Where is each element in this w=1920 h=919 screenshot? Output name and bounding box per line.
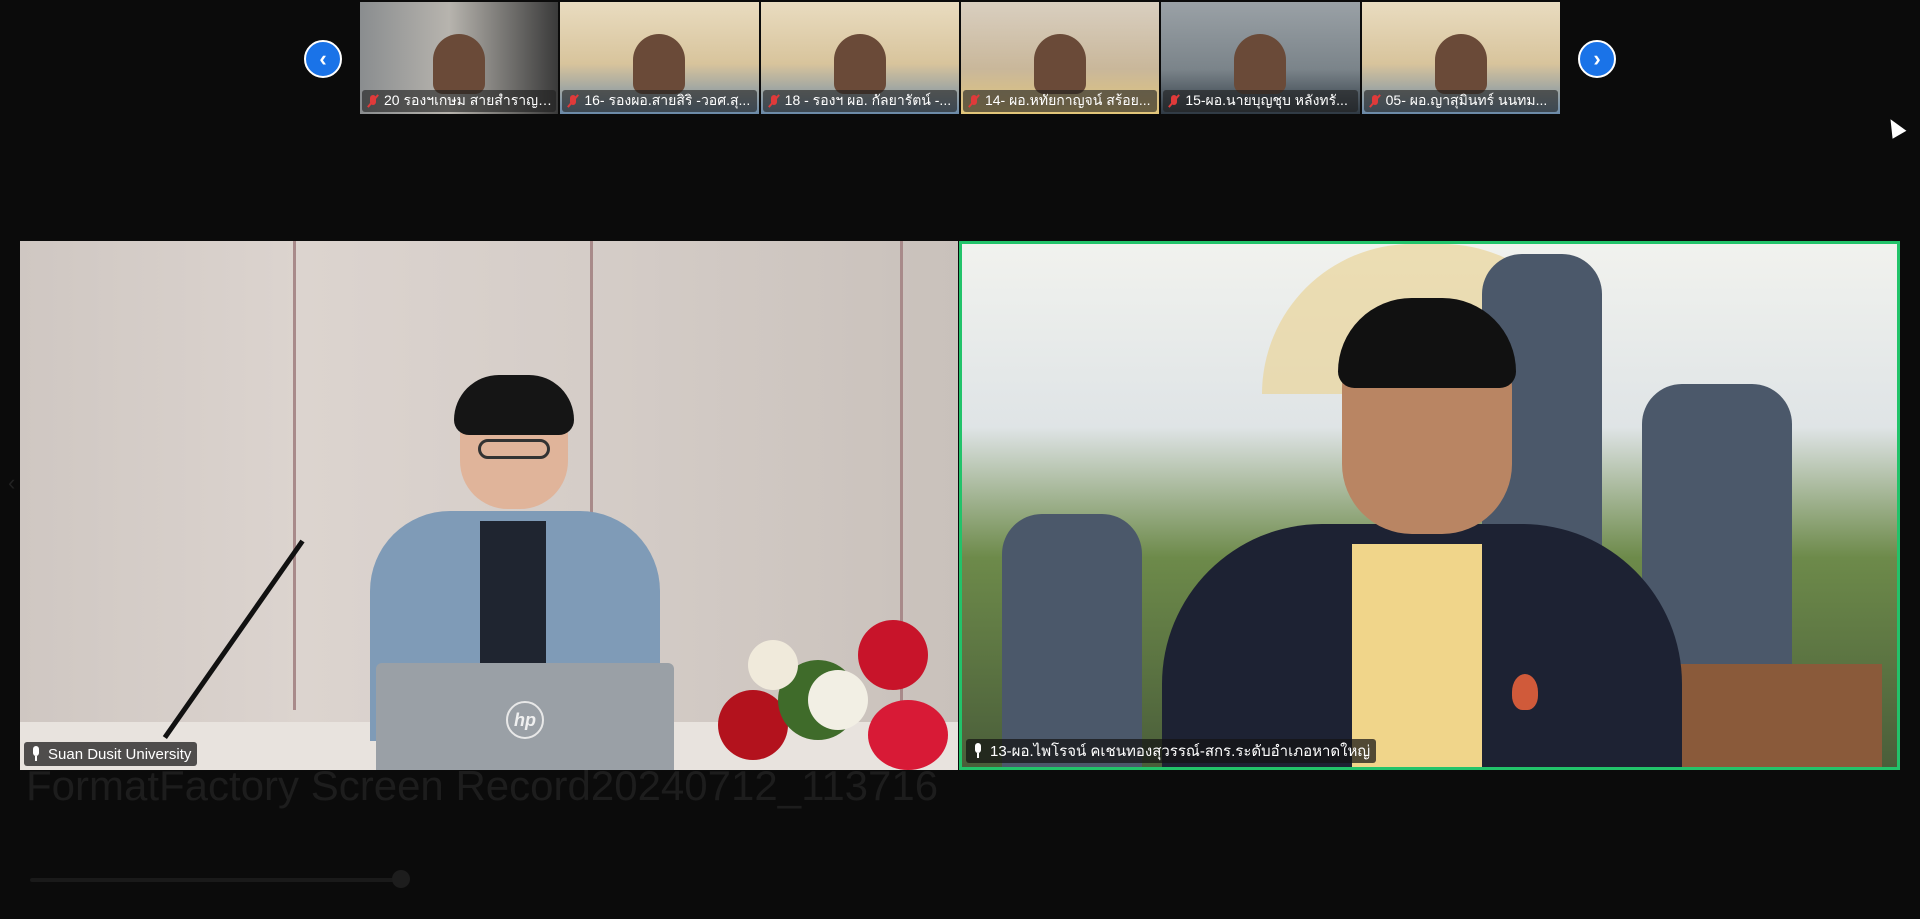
participant-filmstrip: 20 รองฯเกษม สายสำราญ ... 16- รองผอ.สายสิ…	[360, 2, 1560, 114]
participant-video	[1234, 34, 1287, 94]
speaker-figure	[1112, 298, 1712, 767]
participant-tile[interactable]: 16- รองผอ.สายสิริ -วอศ.สุ...	[560, 2, 759, 114]
microphone-stand	[162, 539, 305, 740]
participant-name-bar: 16- รองผอ.สายสิริ -วอศ.สุ...	[562, 90, 757, 112]
participant-video	[1034, 34, 1087, 94]
mic-muted-icon	[1167, 94, 1181, 108]
flower	[858, 620, 928, 690]
mic-muted-icon	[967, 94, 981, 108]
chevron-right-icon: ›	[1593, 46, 1601, 71]
main-video-tile-left[interactable]: hp Suan Dusit University	[20, 241, 958, 770]
presenter-glasses	[478, 439, 550, 459]
laptop: hp	[376, 663, 674, 770]
mouse-cursor-icon	[1883, 115, 1907, 139]
curtain-line	[293, 241, 296, 710]
participant-tile[interactable]: 05- ผอ.ญาสุมินทร์ นนทม...	[1361, 2, 1560, 114]
participant-tile[interactable]: 15-ผอ.นายบุญชุบ หลังทรั...	[1161, 2, 1360, 114]
speaker-shirt	[1352, 544, 1482, 767]
flower	[748, 640, 798, 690]
participant-name-bar: 15-ผอ.นายบุญชุบ หลังทรั...	[1163, 90, 1358, 112]
filmstrip-next-button[interactable]: ›	[1578, 40, 1616, 78]
participant-name: 15-ผอ.นายบุญชุบ หลังทรั...	[1185, 92, 1348, 108]
participant-tile[interactable]: 18 - รองฯ ผอ. กัลยารัตน์ -...	[760, 2, 959, 114]
chevron-left-icon: ‹	[319, 46, 327, 71]
participant-name: 05- ผอ.ญาสุมินทร์ นนทม...	[1385, 92, 1548, 108]
chevron-left-icon: ‹	[8, 470, 16, 495]
tile-name: Suan Dusit University	[48, 745, 192, 763]
participant-name: 14- ผอ.หทัยกาญจน์ สร้อย...	[984, 92, 1151, 108]
presenter-hair	[454, 375, 574, 435]
participant-tile[interactable]: 20 รองฯเกษม สายสำราญ ...	[360, 2, 559, 114]
mic-muted-icon	[1368, 94, 1382, 108]
flower	[808, 670, 868, 730]
mic-muted-icon	[566, 94, 580, 108]
participant-video	[633, 34, 686, 94]
tile-name-label: Suan Dusit University	[24, 742, 198, 766]
mic-muted-icon	[767, 94, 781, 108]
participant-video	[433, 34, 486, 94]
participant-video	[1434, 34, 1487, 94]
participant-name-bar: 18 - รองฯ ผอ. กัลยารัตน์ -...	[762, 90, 957, 112]
laptop-logo: hp	[506, 701, 544, 739]
participant-name-bar: 05- ผอ.ญาสุมินทร์ นนทม...	[1363, 90, 1558, 112]
participant-name-bar: 14- ผอ.หทัยกาญจน์ สร้อย...	[962, 90, 1158, 112]
flower-arrangement	[708, 600, 958, 770]
mic-muted-icon	[366, 94, 380, 108]
playback-slider-handle[interactable]	[392, 870, 410, 888]
tile-name: 13-ผอ.ไพโรจน์ คเชนทองสุวรรณ์-สกร.ระดับอำ…	[990, 743, 1371, 760]
tile-name-label: 13-ผอ.ไพโรจน์ คเชนทองสุวรรณ์-สกร.ระดับอำ…	[966, 739, 1377, 763]
playback-slider[interactable]	[30, 878, 402, 882]
main-video-tile-right[interactable]: 13-ผอ.ไพโรจน์ คเชนทองสุวรรณ์-สกร.ระดับอำ…	[959, 241, 1900, 770]
mic-icon	[30, 746, 42, 762]
flower	[868, 700, 948, 770]
participant-tile[interactable]: 14- ผอ.หทัยกาญจน์ สร้อย...	[960, 2, 1160, 114]
speaker-pin	[1512, 674, 1538, 710]
participant-name: 20 รองฯเกษม สายสำราญ ...	[384, 92, 553, 108]
filmstrip-prev-button[interactable]: ‹	[304, 40, 342, 78]
participant-name: 18 - รองฯ ผอ. กัลยารัตน์ -...	[784, 92, 952, 108]
participant-video	[833, 34, 886, 94]
speaker-hair	[1338, 298, 1516, 388]
participant-name-bar: 20 รองฯเกษม สายสำราญ ...	[362, 90, 557, 112]
mic-icon	[972, 743, 984, 759]
participant-name: 16- รองผอ.สายสิริ -วอศ.สุ...	[584, 92, 751, 108]
